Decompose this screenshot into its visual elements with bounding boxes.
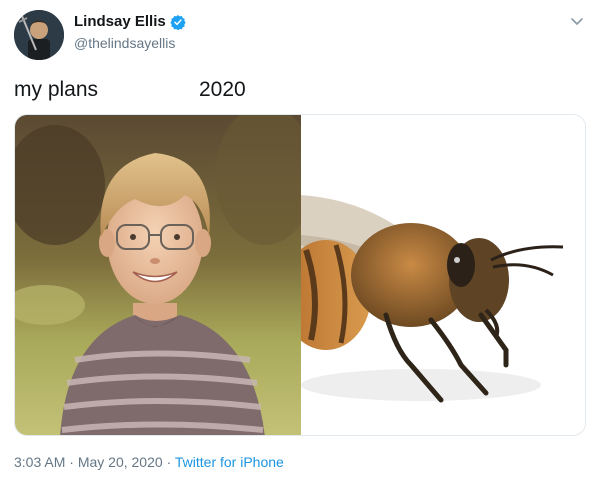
meta-separator-1: · [69,454,74,470]
avatar-image [14,10,64,60]
meta-separator-2: · [166,454,172,470]
tweet-text: my plans 2020 [14,78,246,102]
avatar[interactable] [14,10,64,60]
tweet-text-left: my plans [14,78,99,101]
chevron-down-icon[interactable] [568,12,586,30]
tweet-source-link[interactable]: Twitter for iPhone [175,454,284,470]
honeybee-photo[interactable] [281,115,585,435]
tweet-text-right: 2020 [199,78,246,101]
verified-badge-icon [170,14,186,30]
author-handle[interactable]: @thelindsayellis [74,35,175,51]
author-name-row[interactable]: Lindsay Ellis [74,13,186,30]
tweet-date[interactable]: May 20, 2020 [78,454,163,470]
tweet-time[interactable]: 3:03 AM [14,454,65,470]
author-display-name[interactable]: Lindsay Ellis [74,13,166,30]
tweet-meta: 3:03 AM · May 20, 2020 · Twitter for iPh… [14,454,284,470]
tweet-media[interactable] [14,114,586,436]
smiling-boy-photo[interactable] [15,115,315,435]
